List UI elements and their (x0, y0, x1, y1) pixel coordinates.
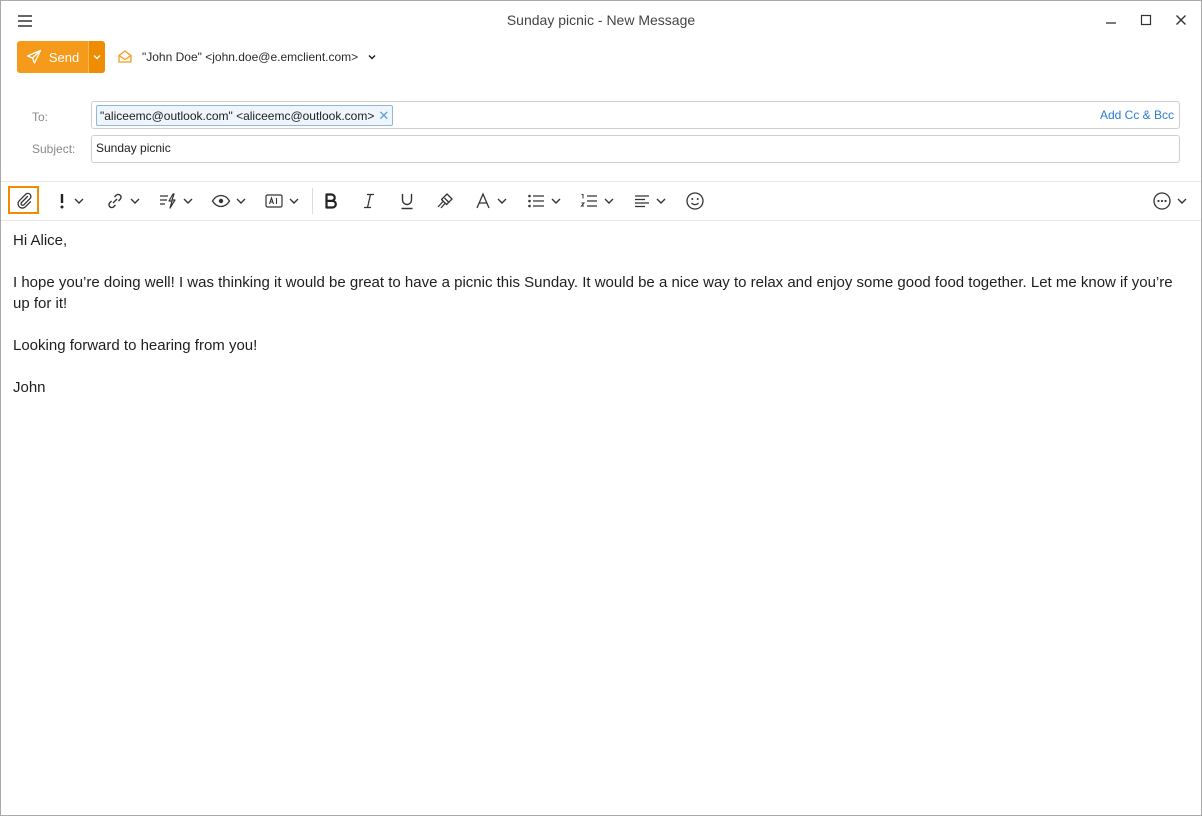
translate-button[interactable] (264, 188, 300, 214)
add-cc-bcc-link[interactable]: Add Cc & Bcc (1100, 108, 1174, 122)
numbered-list-icon (580, 194, 597, 207)
close-button[interactable] (1167, 9, 1195, 31)
compose-window: Sunday picnic - New Message Send "John D… (0, 0, 1202, 816)
chevron-down-icon (93, 55, 101, 60)
remove-recipient-icon[interactable]: ✕ (378, 109, 389, 122)
attach-file-button[interactable] (8, 186, 39, 214)
send-group: Send (17, 41, 105, 73)
closing-line: Looking forward to hearing from you! (13, 337, 258, 354)
chevron-down-icon (130, 198, 140, 204)
signature-line: John (13, 379, 46, 396)
italic-button[interactable] (359, 188, 379, 214)
close-icon (1176, 15, 1186, 25)
window-title: Sunday picnic - New Message (506, 12, 696, 28)
translate-icon (265, 194, 283, 208)
maximize-button[interactable] (1132, 9, 1160, 31)
bulleted-list-icon (528, 194, 544, 208)
chevron-down-icon (183, 198, 193, 204)
chevron-down-icon (236, 198, 246, 204)
chevron-down-icon (497, 198, 507, 204)
maximize-icon (1140, 14, 1152, 26)
recipient-chip[interactable]: "aliceemc@outlook.com" <aliceemc@outlook… (96, 105, 394, 126)
font-button[interactable] (474, 188, 508, 214)
link-icon (108, 193, 122, 209)
chevron-down-icon (289, 198, 299, 204)
message-body[interactable]: Hi Alice, I hope you’re doing well! I wa… (13, 230, 1183, 419)
preview-button[interactable] (211, 188, 247, 214)
hamburger-menu-icon[interactable] (15, 11, 35, 31)
to-label: To: (32, 110, 49, 124)
bold-icon (325, 193, 337, 209)
account-mail-icon (118, 50, 132, 63)
priority-icon (60, 194, 64, 209)
recipient-address: "aliceemc@outlook.com" <aliceemc@outlook… (100, 108, 375, 123)
quick-text-icon (160, 193, 176, 209)
quick-text-button[interactable] (158, 188, 194, 214)
to-field[interactable]: "aliceemc@outlook.com" <aliceemc@outlook… (91, 101, 1180, 129)
send-label: Send (48, 49, 80, 65)
format-painter-icon (437, 193, 453, 209)
toolbar-separator (312, 188, 313, 214)
subject-label: Subject: (32, 142, 76, 156)
send-button[interactable]: Send (17, 41, 88, 73)
format-painter-button[interactable] (435, 188, 455, 214)
chevron-down-icon (74, 198, 84, 204)
more-icon (1153, 192, 1171, 210)
insert-link-button[interactable] (105, 188, 141, 214)
chevron-down-icon (604, 198, 614, 204)
bold-button[interactable] (321, 188, 341, 214)
alignment-button[interactable] (633, 188, 667, 214)
underline-button[interactable] (397, 188, 417, 214)
send-options-button[interactable] (88, 41, 105, 73)
bulleted-list-button[interactable] (526, 188, 562, 214)
emoji-button[interactable] (685, 188, 705, 214)
numbered-list-button[interactable] (579, 188, 615, 214)
chevron-down-icon (368, 54, 376, 60)
chevron-down-icon (551, 198, 561, 204)
subject-field[interactable]: Sunday picnic (91, 135, 1180, 163)
send-icon (26, 49, 41, 64)
emoji-icon (686, 192, 704, 210)
toolbar-divider (1, 220, 1201, 221)
more-options-button[interactable] (1152, 188, 1188, 214)
minimize-button[interactable] (1097, 9, 1125, 31)
italic-icon (364, 193, 374, 209)
priority-button[interactable] (55, 188, 85, 214)
chevron-down-icon (1177, 198, 1187, 204)
from-selector[interactable]: "John Doe" <john.doe@e.emclient.com> (117, 49, 377, 65)
from-address: "John Doe" <john.doe@e.emclient.com> (142, 50, 359, 64)
font-icon (476, 192, 490, 209)
eye-icon (211, 194, 231, 208)
body-paragraph: I hope you’re doing well! I was thinking… (13, 274, 1173, 312)
subject-input[interactable]: Sunday picnic (96, 141, 1175, 155)
underline-icon (401, 194, 413, 210)
minimize-icon (1106, 22, 1116, 24)
header-divider (1, 181, 1201, 182)
paperclip-icon (16, 192, 32, 209)
greeting-line: Hi Alice, (13, 232, 68, 249)
chevron-down-icon (656, 198, 666, 204)
align-icon (635, 195, 649, 208)
